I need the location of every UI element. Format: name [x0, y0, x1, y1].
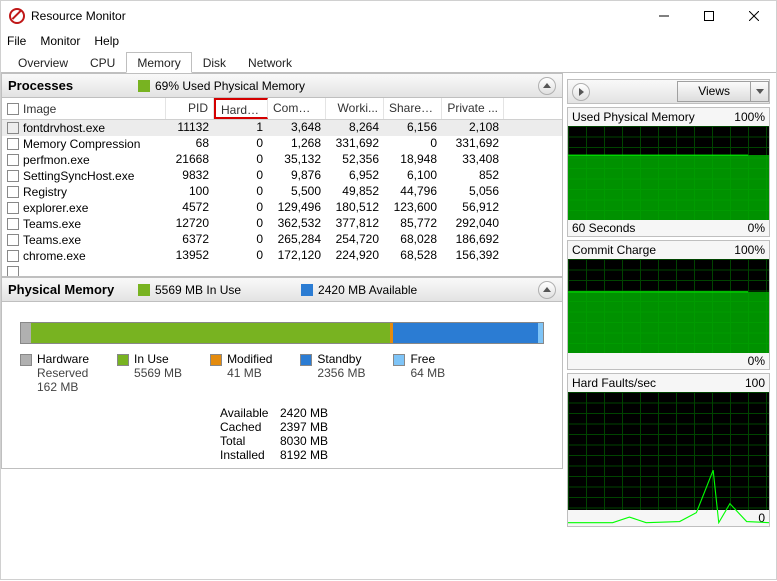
- chart-top-value: 100%: [734, 110, 765, 124]
- collapse-icon[interactable]: [538, 281, 556, 299]
- seg-free: [538, 323, 543, 343]
- processes-header[interactable]: Processes 69% Used Physical Memory: [1, 73, 563, 98]
- table-row[interactable]: Memory Compression6801,268331,6920331,69…: [2, 136, 562, 152]
- minimize-button[interactable]: [641, 2, 686, 30]
- process-grid-body[interactable]: fontdrvhost.exe1113213,6488,2646,1562,10…: [2, 120, 562, 276]
- checkbox[interactable]: [7, 218, 19, 230]
- table-row[interactable]: Teams.exe127200362,532377,81285,772292,0…: [2, 216, 562, 232]
- process-grid-header: Image PID Hard F... Commi... Worki... Sh…: [2, 98, 562, 120]
- legend-free: Free64 MB: [393, 352, 445, 394]
- tab-disk[interactable]: Disk: [192, 52, 237, 73]
- legend-standby: Standby2356 MB: [300, 352, 365, 394]
- tab-network[interactable]: Network: [237, 52, 303, 73]
- collapse-icon[interactable]: [538, 77, 556, 95]
- memory-legend: HardwareReserved162 MB In Use5569 MB Mod…: [20, 344, 544, 398]
- col-commit[interactable]: Commi...: [268, 98, 326, 119]
- legend-hw: HardwareReserved162 MB: [20, 352, 89, 394]
- memory-bar: [20, 322, 544, 344]
- app-icon: [9, 8, 25, 24]
- tab-bar: Overview CPU Memory Disk Network: [1, 51, 776, 73]
- left-column: Processes 69% Used Physical Memory Image…: [1, 73, 563, 581]
- table-row[interactable]: [2, 264, 562, 276]
- content-pane: Processes 69% Used Physical Memory Image…: [1, 73, 776, 581]
- col-working[interactable]: Worki...: [326, 98, 384, 119]
- physmem-inuse-text: 5569 MB In Use: [155, 283, 241, 297]
- legend-modified: Modified41 MB: [210, 352, 272, 394]
- seg-hwreserved: [21, 323, 31, 343]
- checkbox[interactable]: [7, 138, 19, 150]
- chart-title: Used Physical Memory: [572, 110, 695, 124]
- right-header: Views: [567, 79, 770, 104]
- seg-standby: [393, 323, 538, 343]
- window-title: Resource Monitor: [31, 9, 641, 23]
- table-row[interactable]: perfmon.exe21668035,13252,35618,94833,40…: [2, 152, 562, 168]
- chevron-down-icon[interactable]: [750, 82, 768, 101]
- usage-swatch-icon: [138, 80, 150, 92]
- memory-panel: HardwareReserved162 MB In Use5569 MB Mod…: [1, 302, 563, 469]
- processes-title: Processes: [8, 78, 138, 93]
- checkbox[interactable]: [7, 154, 19, 166]
- seg-inuse: [31, 323, 389, 343]
- legend-inuse: In Use5569 MB: [117, 352, 182, 394]
- checkbox[interactable]: [7, 170, 19, 182]
- col-hardfaults[interactable]: Hard F...: [214, 98, 268, 119]
- tab-memory[interactable]: Memory: [126, 52, 191, 73]
- views-button[interactable]: Views: [677, 81, 769, 102]
- physmem-title: Physical Memory: [8, 282, 138, 297]
- chart-stack: Used Physical Memory100%60 Seconds0%Comm…: [567, 107, 770, 527]
- col-image[interactable]: Image: [2, 98, 166, 119]
- physmem-header[interactable]: Physical Memory 5569 MB In Use 2420 MB A…: [1, 277, 563, 302]
- avail-swatch-icon: [301, 284, 313, 296]
- table-row[interactable]: Teams.exe63720265,284254,72068,028186,69…: [2, 232, 562, 248]
- right-column: Views Used Physical Memory100%60 Seconds…: [563, 73, 776, 581]
- table-row[interactable]: fontdrvhost.exe1113213,6488,2646,1562,10…: [2, 120, 562, 136]
- chart-1: Commit Charge100%0%: [567, 240, 770, 370]
- chart-0: Used Physical Memory100%60 Seconds0%: [567, 107, 770, 237]
- memory-stats: Available2420 MB Cached2397 MB Total8030…: [220, 406, 544, 462]
- menu-monitor[interactable]: Monitor: [40, 34, 80, 48]
- checkbox[interactable]: [7, 186, 19, 198]
- col-pid[interactable]: PID: [166, 98, 214, 119]
- close-button[interactable]: [731, 2, 776, 30]
- chart-2: Hard Faults/sec1000: [567, 373, 770, 527]
- inuse-swatch-icon: [138, 284, 150, 296]
- tab-cpu[interactable]: CPU: [79, 52, 126, 73]
- checkbox[interactable]: [7, 122, 19, 134]
- title-bar: Resource Monitor: [1, 1, 776, 31]
- col-shareable[interactable]: Sharea...: [384, 98, 442, 119]
- views-label: Views: [678, 82, 750, 101]
- checkbox[interactable]: [7, 234, 19, 246]
- menu-file[interactable]: File: [7, 34, 26, 48]
- checkbox[interactable]: [7, 266, 19, 276]
- menu-help[interactable]: Help: [94, 34, 119, 48]
- col-private[interactable]: Private ...: [442, 98, 504, 119]
- process-list: Image PID Hard F... Commi... Worki... Sh…: [1, 98, 563, 277]
- table-row[interactable]: chrome.exe139520172,120224,92068,528156,…: [2, 248, 562, 264]
- checkbox-all[interactable]: [7, 103, 19, 115]
- table-row[interactable]: Registry10005,50049,85244,7965,056: [2, 184, 562, 200]
- processes-summary: 69% Used Physical Memory: [155, 79, 305, 93]
- checkbox[interactable]: [7, 202, 19, 214]
- checkbox[interactable]: [7, 250, 19, 262]
- menu-bar: File Monitor Help: [1, 31, 776, 51]
- tab-overview[interactable]: Overview: [7, 52, 79, 73]
- table-row[interactable]: SettingSyncHost.exe983209,8766,9526,1008…: [2, 168, 562, 184]
- table-row[interactable]: explorer.exe45720129,496180,512123,60056…: [2, 200, 562, 216]
- physmem-avail-text: 2420 MB Available: [318, 283, 417, 297]
- expand-icon[interactable]: [572, 83, 590, 101]
- maximize-button[interactable]: [686, 2, 731, 30]
